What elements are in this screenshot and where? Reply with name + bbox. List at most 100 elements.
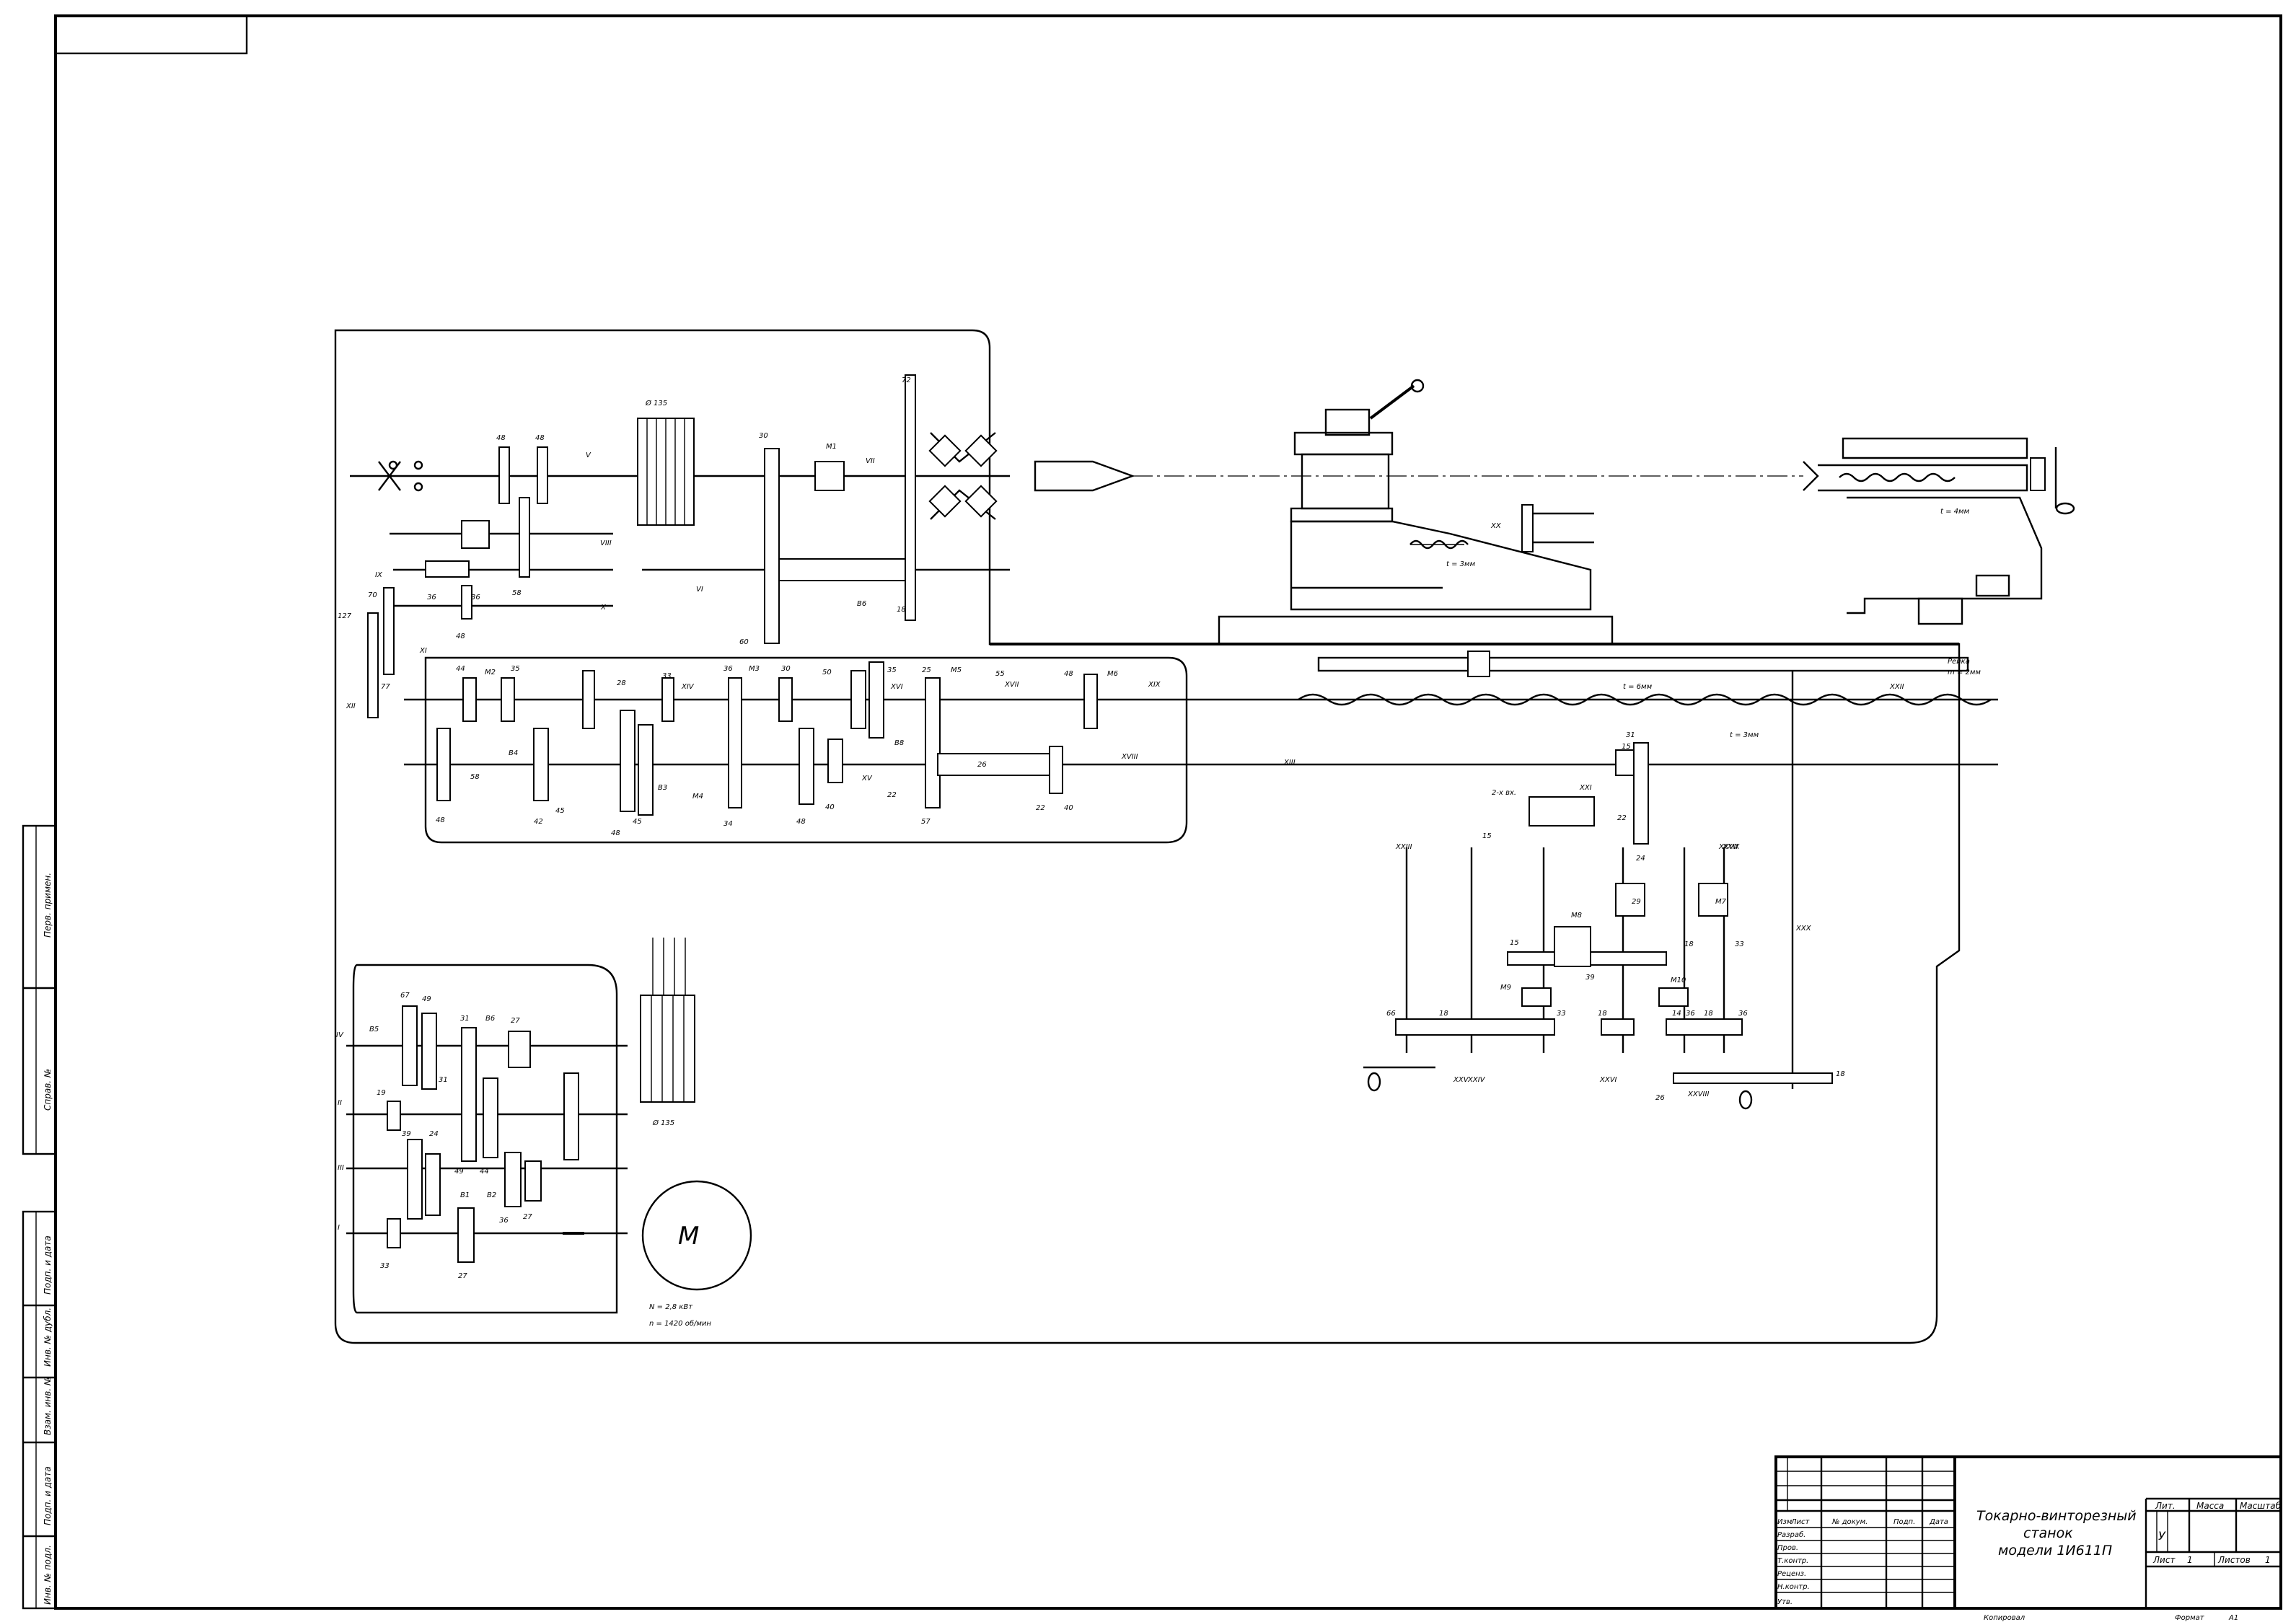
shaft-label-2: II <box>338 1099 342 1107</box>
gear-label-57: 39 <box>402 1130 411 1138</box>
motor-speed: n = 1420 об/мин <box>649 1319 711 1328</box>
sheets-label: Листов <box>2217 1555 2251 1565</box>
gear-label-26: M5 <box>951 666 962 674</box>
gear-label-41: 48 <box>796 818 806 826</box>
gear-label-25: 35 <box>887 666 897 674</box>
label-tailstock-screw: t = 4мм <box>1940 508 1970 516</box>
shaft-label-20: XX <box>1490 522 1502 530</box>
mass-header: Масса <box>2196 1501 2224 1511</box>
gear-label-11: 48 <box>456 633 465 640</box>
gear-label-39: M4 <box>692 793 703 801</box>
gear-label-56: 31 <box>439 1076 448 1084</box>
gear-label-16: 44 <box>456 665 465 673</box>
gear-label-72: 29 <box>1632 898 1641 906</box>
gear-label-63: 27 <box>523 1213 532 1221</box>
col-list: Лист <box>1790 1518 1811 1526</box>
col-izm: Изм <box>1777 1518 1793 1526</box>
gear-label-81: 33 <box>1557 1010 1566 1018</box>
gear-label-34: 45 <box>555 807 565 815</box>
feed-box <box>404 661 1241 816</box>
role-4: Реценз. <box>1777 1570 1806 1578</box>
gear-label-3: 30 <box>759 432 768 440</box>
gear-label-22: M3 <box>749 665 760 673</box>
shaft-label-7: VII <box>866 457 875 465</box>
gear-label-71: 24 <box>1636 855 1645 863</box>
pulley-diameter-2: Ø 135 <box>652 1119 674 1127</box>
gear-label-90: 18 <box>1836 1070 1845 1078</box>
shaft-label-11: XI <box>419 647 427 655</box>
gear-label-38: B3 <box>658 784 667 792</box>
role-6: Утв. <box>1777 1598 1793 1606</box>
title-line-3: модели 1И611П <box>1998 1543 2112 1559</box>
shaft-label-28: XXVIII <box>1687 1090 1709 1098</box>
gear-label-42: 40 <box>825 803 835 811</box>
gear-label-52: 31 <box>460 1015 470 1023</box>
shaft-label-17: XVII <box>1004 681 1019 689</box>
sheet-label: Лист <box>2152 1555 2176 1565</box>
gear-label-15: 77 <box>381 683 390 691</box>
pulley-diameter-1: Ø 135 <box>645 399 667 407</box>
lit-header: Лит. <box>2155 1501 2176 1511</box>
gear-label-74: M8 <box>1571 912 1582 920</box>
headstock <box>350 374 1803 718</box>
role-2: Пров. <box>1777 1544 1798 1552</box>
motor-letter: M <box>678 1222 699 1251</box>
gear-label-28: 55 <box>995 670 1005 678</box>
label-lead-screw: t = 6мм <box>1623 683 1653 691</box>
title-line-2: станок <box>2023 1525 2073 1541</box>
shaft-label-5: V <box>586 451 591 459</box>
shaft-label-14: XIV <box>681 683 695 691</box>
side-perv-primen: Перв. примен. <box>43 873 53 938</box>
gear-label-62: B2 <box>487 1191 496 1199</box>
gear-label-23: 30 <box>781 665 791 673</box>
gear-label-86: 36 <box>1686 1010 1695 1018</box>
gear-label-58: 24 <box>429 1130 439 1138</box>
gear-label-50: 49 <box>422 995 431 1003</box>
role-5: Н.контр. <box>1777 1583 1810 1591</box>
shaft-label-16: XVI <box>890 683 903 691</box>
gear-label-51: B5 <box>369 1026 379 1033</box>
side-inv-dubl: Инв. № дубл. <box>43 1308 53 1367</box>
gear-label-65: 33 <box>380 1262 390 1270</box>
gear-label-8: 18 <box>897 606 906 614</box>
shaft-label-15: XV <box>861 775 873 783</box>
side-stamp: Перв. примен. Справ. № Подп. и дата Инв.… <box>22 824 57 1610</box>
gear-label-53: B6 <box>485 1015 495 1023</box>
shaft-label-10: X <box>600 604 607 612</box>
gear-label-20: 33 <box>662 672 672 680</box>
gear-label-79: 18 <box>1684 940 1694 948</box>
gear-label-60: 44 <box>480 1168 489 1176</box>
drawing-frame <box>54 14 2282 1610</box>
title-line-1: Токарно-винторезный <box>1976 1508 2137 1524</box>
gear-label-82: 14 <box>1672 1010 1681 1018</box>
format-label: Формат <box>2175 1614 2205 1622</box>
gear-label-18: M2 <box>485 669 496 676</box>
gear-label-61: B1 <box>460 1191 470 1199</box>
shaft-label-18: XVIII <box>1121 753 1138 761</box>
gear-label-2: 48 <box>535 434 545 442</box>
shaft-label-22: XXII <box>1889 683 1904 691</box>
label-rack-module: m = 2мм <box>1948 669 1981 676</box>
gear-label-83: 66 <box>1386 1010 1396 1018</box>
gear-label-78: M10 <box>1671 977 1686 984</box>
role-1: Разраб. <box>1777 1530 1805 1539</box>
gear-label-29: 48 <box>1064 670 1073 678</box>
gear-label-55: 19 <box>377 1089 386 1097</box>
gear-label-75: 15 <box>1510 939 1519 947</box>
sheets-number: 1 <box>2265 1555 2271 1565</box>
gear-label-24: 50 <box>822 669 832 676</box>
gear-label-88: 36 <box>1738 1010 1748 1018</box>
side-inv-podl: Инв. № подл. <box>43 1545 53 1605</box>
gear-label-68: 15 <box>1622 743 1631 751</box>
shaft-label-13: XIII <box>1283 759 1296 767</box>
shaft-label-6: VI <box>696 586 703 594</box>
motor-power: N = 2,8 кВт <box>649 1303 693 1311</box>
sheet-number: 1 <box>2187 1555 2193 1565</box>
side-podp-data-1: Подп. и дата <box>43 1235 53 1295</box>
shaft-label-1: I <box>338 1224 340 1232</box>
label-rack: Рейка <box>1948 658 1970 666</box>
gear-label-5: M1 <box>826 443 837 451</box>
shaft-label-25: XXV <box>1453 1076 1469 1084</box>
speed-gearbox: M N = 2,8 кВт n = 1420 об/мин Ø 135 Ø 13… <box>346 399 752 1328</box>
label-apron-screw: t = 3мм <box>1730 731 1759 739</box>
